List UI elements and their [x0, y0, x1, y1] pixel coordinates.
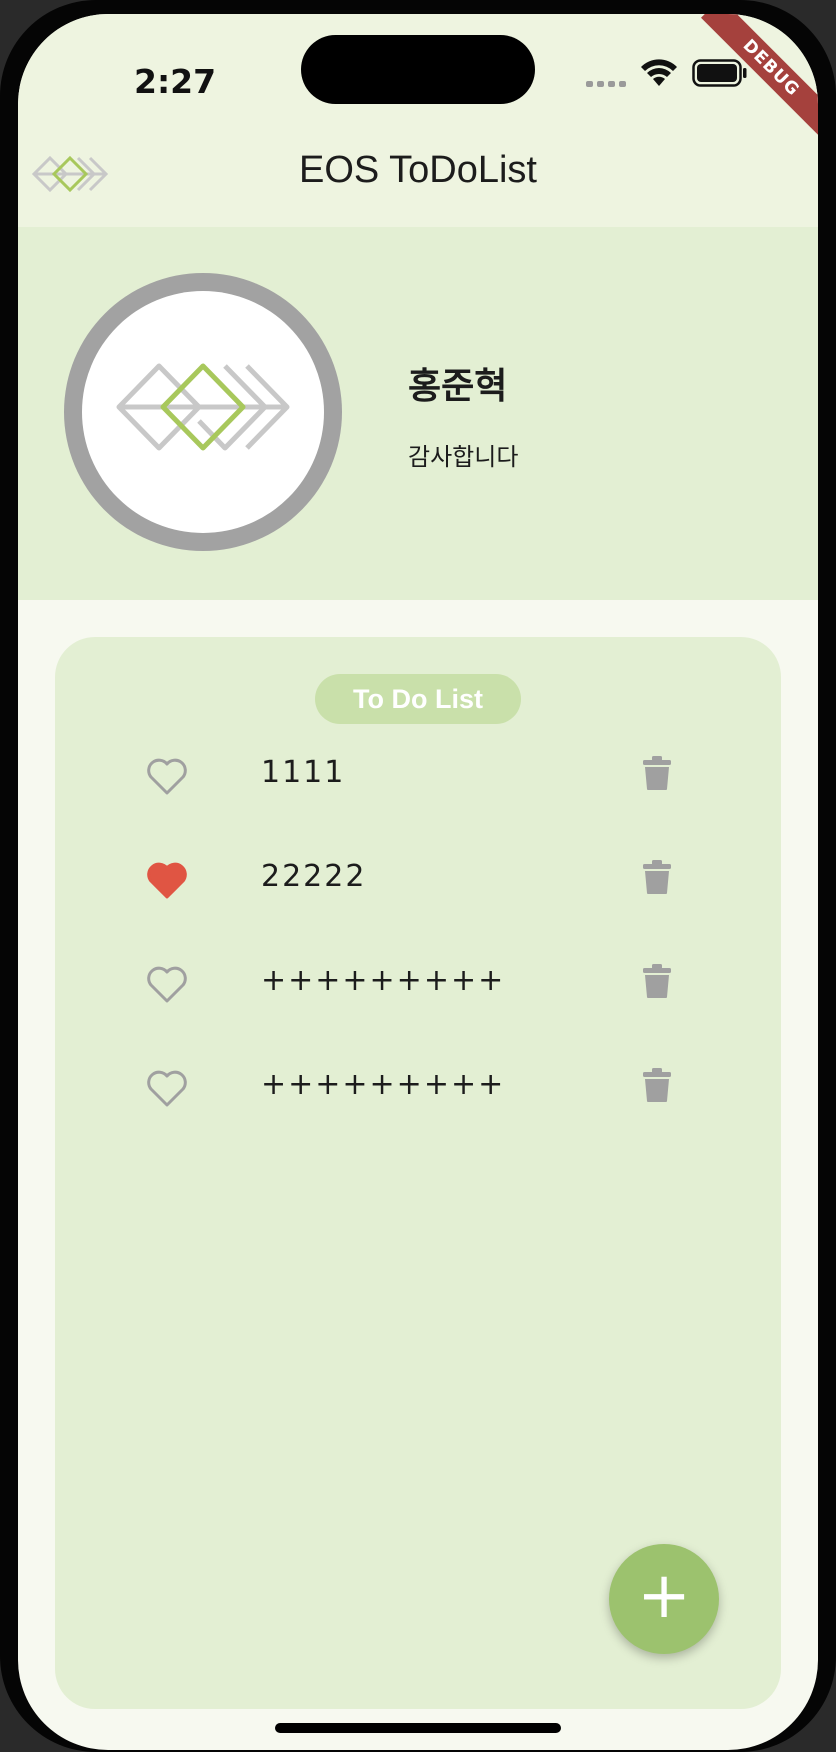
trash-icon[interactable]	[642, 755, 672, 791]
profile-name: 홍준혁	[408, 366, 508, 407]
profile-message: 감사합니다	[408, 443, 519, 471]
todo-item[interactable]: +++++++++	[55, 945, 781, 1025]
status-time: 2:27	[134, 62, 217, 101]
heart-filled-icon[interactable]	[147, 861, 187, 899]
heart-outline-icon[interactable]	[147, 965, 187, 1003]
cellular-signal-icon	[586, 74, 628, 93]
todo-item-text: 1111	[261, 755, 346, 790]
todo-list-title: To Do List	[315, 674, 521, 724]
trash-icon[interactable]	[642, 963, 672, 999]
todo-item[interactable]: 22222	[55, 841, 781, 921]
heart-outline-icon[interactable]	[147, 1069, 187, 1107]
wifi-icon	[640, 58, 678, 92]
app-title: EOS ToDoList	[299, 149, 537, 191]
device-frame: EOS ToDoList 2:27 DEBUG 홍준혁 감사합니다 To Do …	[0, 0, 836, 1752]
profile-section: 홍준혁 감사합니다	[18, 227, 818, 600]
trash-icon[interactable]	[642, 859, 672, 895]
todo-item-text: +++++++++	[261, 963, 506, 998]
home-indicator[interactable]	[275, 1723, 561, 1733]
app-screen: EOS ToDoList 2:27 DEBUG 홍준혁 감사합니다 To Do …	[18, 14, 818, 1750]
todo-item-text: 22222	[261, 859, 367, 894]
todo-item-text: +++++++++	[261, 1067, 506, 1102]
add-todo-button[interactable]: +	[609, 1544, 719, 1654]
heart-outline-icon[interactable]	[147, 757, 187, 795]
todo-item[interactable]: +++++++++	[55, 1049, 781, 1129]
avatar	[64, 273, 342, 551]
todo-item[interactable]: 1111	[55, 737, 781, 817]
dynamic-island	[301, 35, 535, 104]
battery-icon	[692, 58, 748, 92]
trash-icon[interactable]	[642, 1067, 672, 1103]
eos-avatar-logo-icon	[116, 363, 290, 451]
